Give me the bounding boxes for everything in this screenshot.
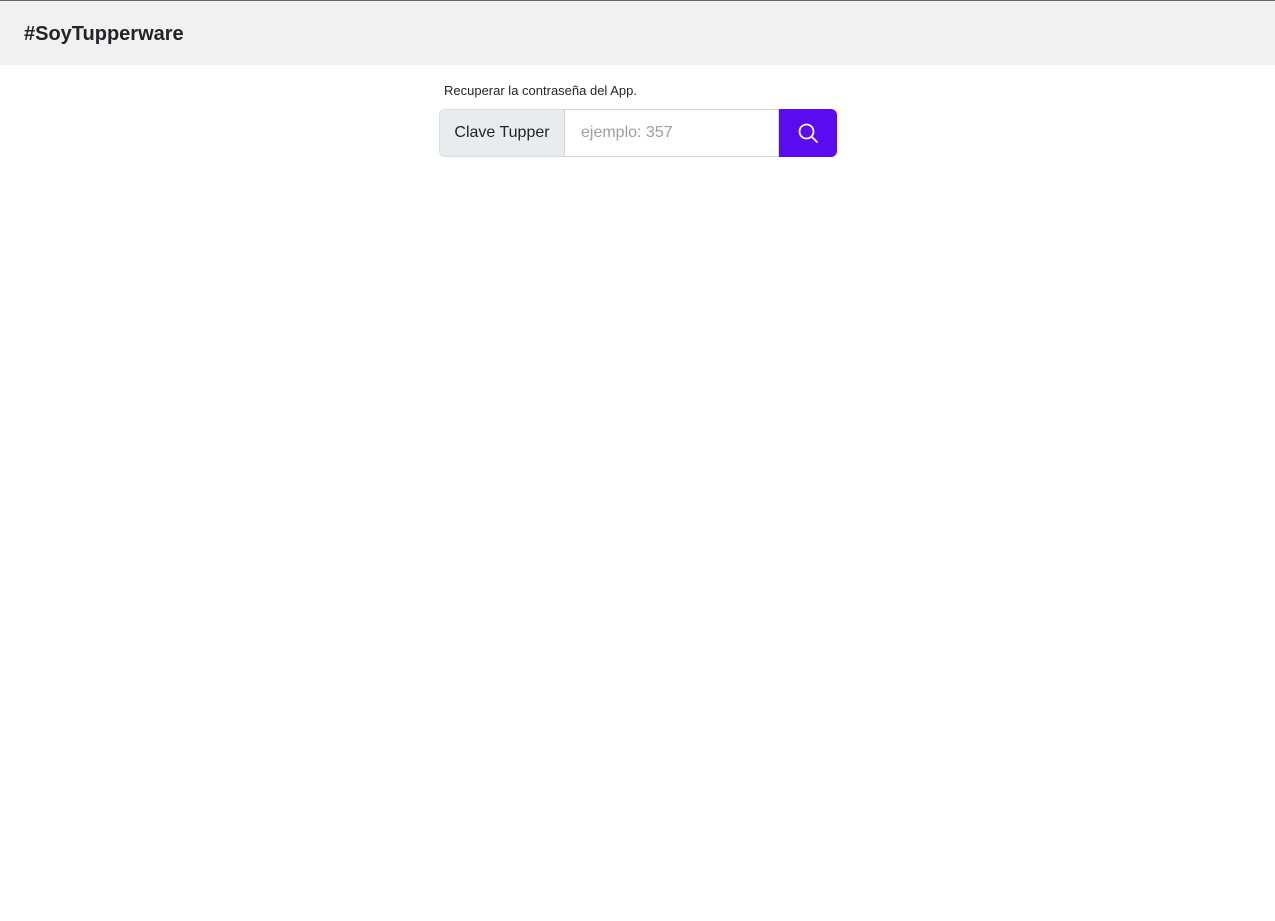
navbar: #SoyTupperware (0, 1, 1275, 65)
recover-password-label: Recuperar la contraseña del App. (444, 83, 637, 98)
brand-link[interactable]: #SoyTupperware (24, 21, 184, 47)
search-button[interactable] (779, 109, 837, 157)
search-icon (797, 122, 819, 144)
clave-tupper-input[interactable] (564, 109, 779, 157)
recover-input-group: Clave Tupper (439, 109, 837, 157)
clave-tupper-addon: Clave Tupper (439, 109, 564, 157)
